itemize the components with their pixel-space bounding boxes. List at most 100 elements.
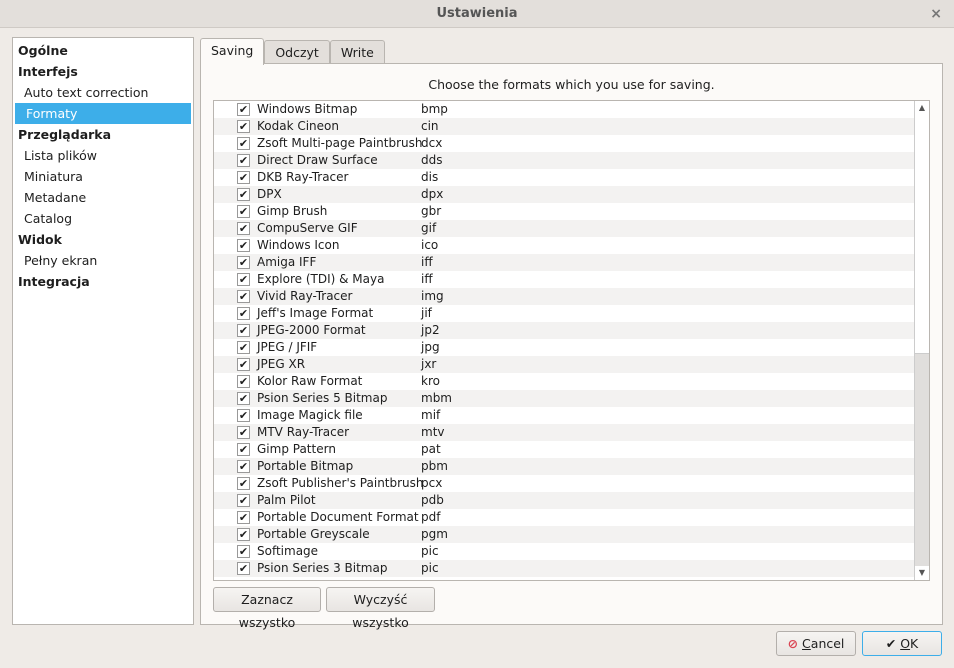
scroll-up-icon[interactable]: ▲ <box>915 101 929 115</box>
list-item[interactable]: ✔ MTV Ray-Tracer mtv <box>214 424 914 441</box>
format-name: Image Magick file <box>257 408 363 422</box>
sidebar-item[interactable]: Integracja <box>13 271 193 292</box>
list-item[interactable]: ✔ Explore (TDI) & Maya iff <box>214 271 914 288</box>
format-checkbox[interactable]: ✔ <box>237 426 250 439</box>
list-item[interactable]: ✔ Psion Series 5 Bitmap mbm <box>214 390 914 407</box>
sidebar-item[interactable]: Interfejs <box>13 61 193 82</box>
list-item[interactable]: ✔ Portable Document Format pdf <box>214 509 914 526</box>
sidebar-item[interactable]: Metadane <box>13 187 193 208</box>
sidebar-item[interactable]: Catalog <box>13 208 193 229</box>
format-checkbox[interactable]: ✔ <box>237 188 250 201</box>
list-item[interactable]: ✔ Jeff's Image Format jif <box>214 305 914 322</box>
format-checkbox[interactable]: ✔ <box>237 273 250 286</box>
list-item[interactable]: ✔ Image Magick file mif <box>214 407 914 424</box>
format-name: Zsoft Publisher's Paintbrush <box>257 476 424 490</box>
format-checkbox[interactable]: ✔ <box>237 375 250 388</box>
format-checkbox[interactable]: ✔ <box>237 154 250 167</box>
sidebar-item[interactable]: Miniatura <box>13 166 193 187</box>
sidebar-item[interactable]: Auto text correction <box>13 82 193 103</box>
cancel-icon: ⊘ <box>787 636 799 651</box>
format-checkbox[interactable]: ✔ <box>237 392 250 405</box>
list-item[interactable]: ✔ DPX dpx <box>214 186 914 203</box>
format-checkbox[interactable]: ✔ <box>237 103 250 116</box>
format-checkbox[interactable]: ✔ <box>237 120 250 133</box>
format-checkbox[interactable]: ✔ <box>237 477 250 490</box>
settings-sidebar: Ogólne Interfejs Auto text correction Forma… <box>12 37 194 625</box>
list-item[interactable]: ✔ Portable Bitmap pbm <box>214 458 914 475</box>
format-checkbox[interactable]: ✔ <box>237 171 250 184</box>
title-bar: Ustawienia × <box>0 0 954 28</box>
format-extension: mbm <box>421 391 452 405</box>
sidebar-item[interactable]: Lista plików <box>13 145 193 166</box>
format-checkbox[interactable]: ✔ <box>237 511 250 524</box>
clear-all-button[interactable]: Wyczyść wszystko <box>326 587 435 630</box>
list-item[interactable]: ✔ Amiga IFF iff <box>214 254 914 271</box>
sidebar-item[interactable]: Ogólne <box>13 40 193 61</box>
format-extension: gif <box>421 221 437 235</box>
list-item[interactable]: ✔ JPEG-2000 Format jp2 <box>214 322 914 339</box>
format-checkbox[interactable]: ✔ <box>237 290 250 303</box>
format-checkbox[interactable]: ✔ <box>237 358 250 371</box>
list-item[interactable]: ✔ Vivid Ray-Tracer img <box>214 288 914 305</box>
scrollbar[interactable]: ▲ ▼ <box>914 101 929 580</box>
tab-saving[interactable]: Saving <box>200 38 265 65</box>
list-item[interactable]: ✔ Gimp Pattern pat <box>214 441 914 458</box>
list-item[interactable]: ✔ Windows Icon ico <box>214 237 914 254</box>
list-item[interactable]: ✔ Palm Pilot pdb <box>214 492 914 509</box>
format-name: Zsoft Multi-page Paintbrush <box>257 136 423 150</box>
format-checkbox[interactable]: ✔ <box>237 494 250 507</box>
list-item[interactable]: ✔ Direct Draw Surface dds <box>214 152 914 169</box>
format-checkbox[interactable]: ✔ <box>237 137 250 150</box>
format-name: Direct Draw Surface <box>257 153 378 167</box>
ok-button[interactable]: ✔ OK <box>862 631 942 656</box>
scroll-down-icon[interactable]: ▼ <box>915 566 929 580</box>
format-checkbox[interactable]: ✔ <box>237 341 250 354</box>
format-name: MTV Ray-Tracer <box>257 425 350 439</box>
formats-list: ✔ Windows Bitmap bmp ✔ Kodak Cineon cin ✔ Zsoft… <box>213 100 930 581</box>
list-item[interactable]: ✔ Kolor Raw Format kro <box>214 373 914 390</box>
list-item[interactable]: ✔ JPEG XR jxr <box>214 356 914 373</box>
list-item[interactable]: ✔ Zsoft Publisher's Paintbrush pcx <box>214 475 914 492</box>
format-checkbox[interactable]: ✔ <box>237 545 250 558</box>
select-all-button[interactable]: Zaznacz wszystko <box>213 587 321 630</box>
sidebar-item[interactable]: Pełny ekran <box>13 250 193 271</box>
list-item[interactable]: ✔ JPEG / JFIF jpg <box>214 339 914 356</box>
format-name: Gimp Brush <box>257 204 328 218</box>
format-name: Kolor Raw Format <box>257 374 363 388</box>
list-item[interactable]: ✔ DKB Ray-Tracer dis <box>214 169 914 186</box>
format-extension: iff <box>421 272 433 286</box>
format-name: CompuServe GIF <box>257 221 358 235</box>
scrollbar-thumb[interactable] <box>915 115 929 354</box>
list-item[interactable]: ✔ Softimage pic <box>214 543 914 560</box>
format-extension: pcx <box>421 476 443 490</box>
list-item[interactable]: ✔ Windows Bitmap bmp <box>214 101 914 118</box>
list-item[interactable]: ✔ Kodak Cineon cin <box>214 118 914 135</box>
format-extension: ico <box>421 238 439 252</box>
format-extension: dds <box>421 153 443 167</box>
format-checkbox[interactable]: ✔ <box>237 239 250 252</box>
format-checkbox[interactable]: ✔ <box>237 528 250 541</box>
sidebar-item[interactable]: Przeglądarka <box>13 124 193 145</box>
list-item[interactable]: ✔ Zsoft Multi-page Paintbrush dcx <box>214 135 914 152</box>
sidebar-item[interactable]: Widok <box>13 229 193 250</box>
format-checkbox[interactable]: ✔ <box>237 222 250 235</box>
format-name: JPEG / JFIF <box>257 340 318 354</box>
format-checkbox[interactable]: ✔ <box>237 324 250 337</box>
list-item[interactable]: ✔ Gimp Brush gbr <box>214 203 914 220</box>
list-item[interactable]: ✔ CompuServe GIF gif <box>214 220 914 237</box>
format-checkbox[interactable]: ✔ <box>237 562 250 575</box>
format-checkbox[interactable]: ✔ <box>237 205 250 218</box>
format-checkbox[interactable]: ✔ <box>237 409 250 422</box>
format-checkbox[interactable]: ✔ <box>237 460 250 473</box>
tab-write[interactable]: Write <box>329 40 385 65</box>
list-item[interactable]: ✔ Portable Greyscale pgm <box>214 526 914 543</box>
sidebar-item[interactable]: Formaty <box>15 103 191 124</box>
format-checkbox[interactable]: ✔ <box>237 307 250 320</box>
format-checkbox[interactable]: ✔ <box>237 256 250 269</box>
cancel-button[interactable]: ⊘ Cancel <box>776 631 856 656</box>
format-checkbox[interactable]: ✔ <box>237 443 250 456</box>
close-icon[interactable]: × <box>930 0 942 28</box>
tab-odczyt[interactable]: Odczyt <box>264 40 330 65</box>
hint-text: Choose the formats which you use for sav… <box>428 77 715 92</box>
list-item[interactable]: ✔ Psion Series 3 Bitmap pic <box>214 560 914 577</box>
